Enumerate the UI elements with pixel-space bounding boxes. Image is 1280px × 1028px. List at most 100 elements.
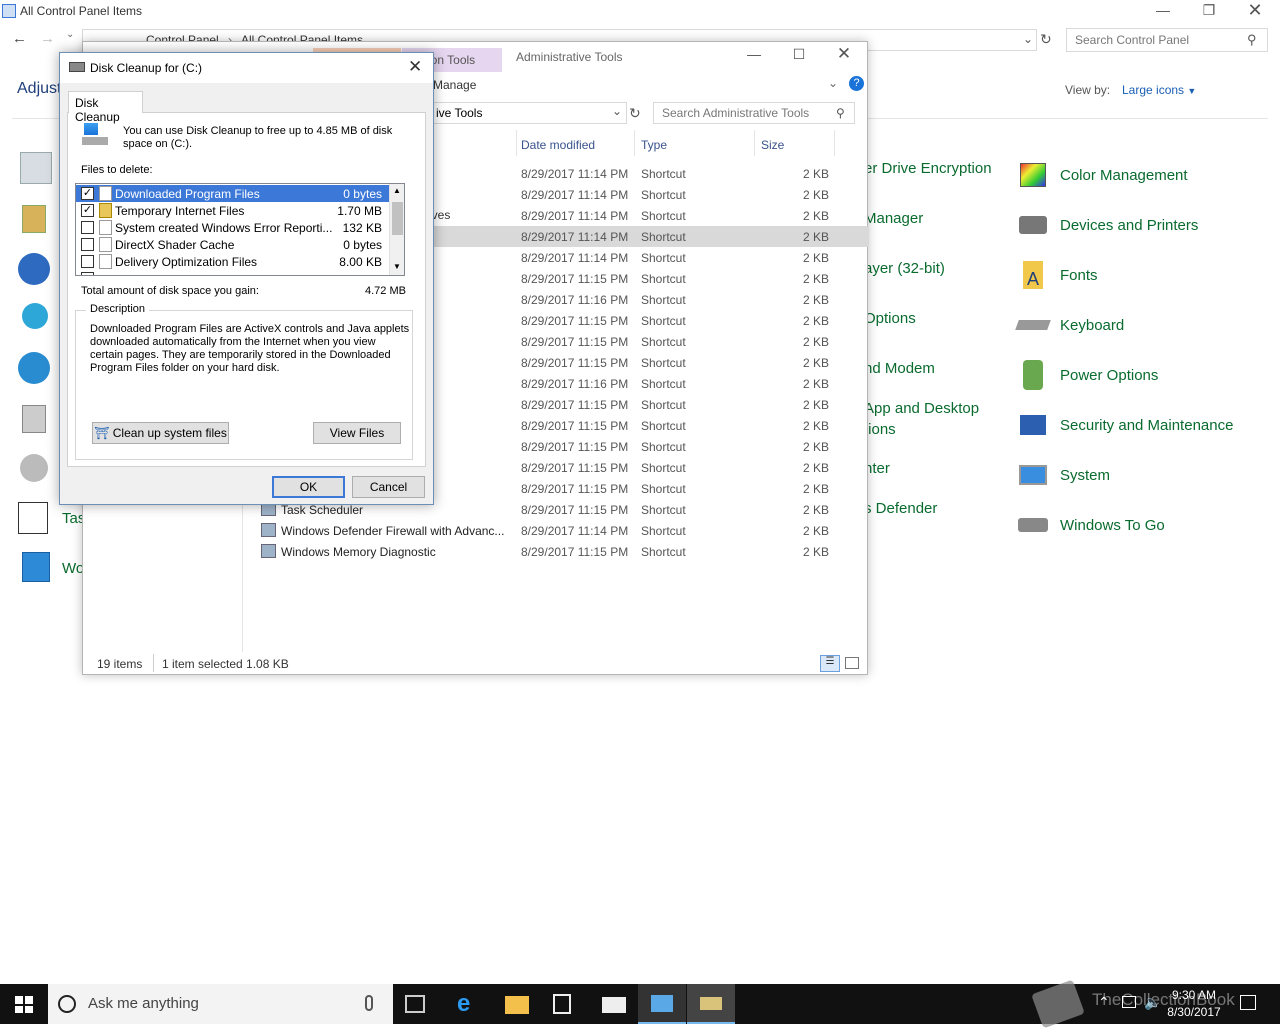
refresh-icon[interactable]: ↻ <box>1040 31 1052 48</box>
cp-item-windows-defender[interactable]: s Defender <box>864 500 937 517</box>
list-item[interactable]: ✓ Temporary Internet Files 1.70 MB <box>76 202 392 219</box>
at-address-dropdown-icon[interactable]: ⌄ <box>612 104 622 118</box>
list-scrollbar[interactable]: ▲ ▼ <box>389 184 404 275</box>
col-type[interactable]: Type <box>641 138 667 152</box>
cp-item-wo[interactable]: Wo <box>62 560 84 577</box>
action-center-notification-icon[interactable] <box>1240 995 1256 1010</box>
cp-item-phone-modem[interactable]: nd Modem <box>864 360 935 377</box>
store-icon[interactable] <box>553 994 571 1014</box>
search-control-panel-input[interactable]: Search Control Panel <box>1066 28 1268 52</box>
cell-type: Shortcut <box>641 335 686 349</box>
help-icon[interactable]: ? <box>849 76 864 91</box>
recent-chevron-icon[interactable]: ⌄ <box>66 29 74 40</box>
close-button[interactable]: ✕ <box>1240 0 1270 21</box>
task-view-icon[interactable] <box>405 995 425 1013</box>
large-icons-view-icon[interactable] <box>845 657 859 669</box>
edge-icon[interactable]: e <box>457 992 481 1016</box>
at-search-input[interactable]: Search Administrative Tools <box>653 102 855 124</box>
cp-item-keyboard[interactable]: Keyboard <box>1015 300 1233 350</box>
dc-close-button[interactable]: ✕ <box>408 57 422 77</box>
taskbar-control-panel-button[interactable] <box>638 984 686 1024</box>
col-divider[interactable] <box>754 130 755 156</box>
forward-arrow-icon[interactable]: → <box>40 30 55 47</box>
at-minimize-button[interactable]: — <box>739 46 769 62</box>
scroll-down-icon[interactable]: ▼ <box>393 262 401 271</box>
file-checkbox[interactable]: ✓ <box>81 187 94 200</box>
list-item[interactable]: System created Windows Error Reporti... 1… <box>76 219 392 236</box>
cp-item-flash-player[interactable]: ayer (32-bit) <box>864 260 945 277</box>
table-row[interactable]: Windows Defender Firewall with Advanc...… <box>83 520 869 541</box>
taskbar-nav-icon[interactable] <box>18 502 48 534</box>
microphone-icon[interactable] <box>365 995 373 1011</box>
homegroup-icon[interactable] <box>22 303 48 329</box>
recovery-icon[interactable] <box>22 405 46 433</box>
file-explorer-icon[interactable] <box>505 996 529 1014</box>
ribbon-expand-icon[interactable]: ⌄ <box>828 76 838 90</box>
cortana-search-box[interactable]: Ask me anything <box>48 984 393 1024</box>
col-divider[interactable] <box>516 130 517 156</box>
at-refresh-icon[interactable]: ↻ <box>629 105 641 122</box>
at-search-icon[interactable]: ⚲ <box>836 106 845 120</box>
address-dropdown-icon[interactable]: ⌄ <box>1023 32 1033 46</box>
clean-up-system-files-button[interactable]: ⛩ Clean up system files <box>92 422 229 444</box>
list-item[interactable] <box>76 270 392 275</box>
backup-icon[interactable] <box>22 205 46 233</box>
file-checkbox[interactable] <box>81 221 94 234</box>
work-folders-icon[interactable] <box>22 552 50 582</box>
cp-item-windows-to-go[interactable]: Windows To Go <box>1016 500 1233 550</box>
file-checkbox[interactable] <box>81 238 94 251</box>
file-checkbox[interactable] <box>81 255 94 268</box>
ease-of-access-icon[interactable] <box>18 253 50 285</box>
at-maximize-button[interactable]: ☐ <box>784 46 814 63</box>
action-center-icon[interactable] <box>20 152 52 184</box>
list-item[interactable]: ✓ Downloaded Program Files 0 bytes <box>76 185 392 202</box>
language-icon[interactable] <box>18 352 50 384</box>
col-divider[interactable] <box>634 130 635 156</box>
at-address-bar[interactable]: ive Tools ⌄ <box>431 102 627 124</box>
cp-item-devices-printers[interactable]: Devices and Printers <box>1016 200 1233 250</box>
minimize-button[interactable]: — <box>1148 2 1178 18</box>
cp-item-bitlocker[interactable]: er Drive Encryption <box>864 160 992 177</box>
cp-item-internet-options[interactable]: Options <box>864 310 916 327</box>
cp-item-credential-manager[interactable]: Manager <box>864 210 923 227</box>
ribbon-manage-tab[interactable]: Manage <box>433 78 476 92</box>
col-size[interactable]: Size <box>761 138 784 152</box>
search-icon[interactable]: ⚲ <box>1247 32 1257 48</box>
col-date-modified[interactable]: Date modified <box>521 138 595 152</box>
ok-button[interactable]: OK <box>272 476 345 498</box>
table-row[interactable]: Windows Memory Diagnostic 8/29/2017 11:15… <box>83 541 869 562</box>
show-hidden-icons-chevron-icon[interactable]: ⌃ <box>1098 994 1110 1011</box>
file-checkbox[interactable]: ✓ <box>81 204 94 217</box>
cp-item-remoteapp[interactable]: App and Desktop <box>864 400 979 417</box>
restore-button[interactable]: ❐ <box>1194 2 1224 19</box>
volume-icon[interactable]: 🔈 <box>1144 994 1161 1011</box>
cancel-button[interactable]: Cancel <box>352 476 425 498</box>
files-to-delete-list[interactable]: ✓ Downloaded Program Files 0 bytes ✓ Tempora… <box>75 183 405 276</box>
col-divider[interactable] <box>834 130 835 156</box>
mail-icon[interactable] <box>602 997 626 1013</box>
back-arrow-icon[interactable]: ← <box>12 30 27 47</box>
list-item[interactable]: Delivery Optimization Files 8.00 KB <box>76 253 392 270</box>
file-checkbox[interactable] <box>81 272 94 275</box>
scroll-up-icon[interactable]: ▲ <box>393 186 401 195</box>
start-windows-icon[interactable] <box>15 996 33 1013</box>
list-item[interactable]: DirectX Shader Cache 0 bytes <box>76 236 392 253</box>
cp-item-fonts[interactable]: A Fonts <box>1016 250 1233 300</box>
details-view-icon[interactable]: ☰ <box>820 655 840 672</box>
cp-item-power-options[interactable]: Power Options <box>1016 350 1233 400</box>
tab-disk-cleanup[interactable]: Disk Cleanup <box>68 91 143 124</box>
scroll-thumb[interactable] <box>392 202 403 235</box>
view-files-button[interactable]: View Files <box>313 422 401 444</box>
clock-time[interactable]: 9:30 AM <box>1166 988 1222 1002</box>
cell-name: Task Scheduler <box>281 503 364 517</box>
file-name: Downloaded Program Files <box>113 185 348 202</box>
at-close-button[interactable]: ✕ <box>829 44 859 64</box>
sound-icon[interactable] <box>20 454 48 482</box>
view-by-dropdown[interactable]: Large icons ▼ <box>1122 83 1196 97</box>
cp-item-color-management[interactable]: Color Management <box>1016 150 1233 200</box>
taskbar-disk-cleanup-button[interactable] <box>687 984 735 1024</box>
cp-item-security-maintenance[interactable]: Security and Maintenance <box>1016 400 1233 450</box>
cp-item-system[interactable]: System <box>1016 450 1233 500</box>
network-icon[interactable] <box>1122 996 1136 1008</box>
clock-date[interactable]: 8/30/2017 <box>1166 1005 1222 1019</box>
